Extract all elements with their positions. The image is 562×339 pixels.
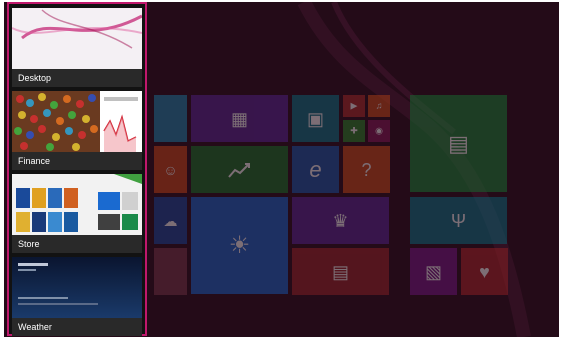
chart-icon: [227, 162, 250, 178]
tile-weather[interactable]: ☀: [191, 197, 288, 294]
desktop-thumbnail: [12, 8, 142, 69]
news-icon: ▤: [331, 261, 350, 282]
fork-knife-icon: Ψ: [450, 210, 467, 231]
tile-music[interactable]: ♫: [368, 95, 390, 117]
gamepad-icon: ✚: [350, 125, 358, 136]
switcher-item-label: Store: [12, 235, 142, 253]
tile-sports[interactable]: ♛: [292, 197, 389, 244]
help-icon: ?: [361, 159, 372, 180]
photo-icon: ▣: [306, 108, 325, 129]
cloud-icon: ☁: [163, 212, 178, 229]
weather-thumbnail: [12, 257, 142, 318]
tile-food[interactable]: Ψ: [410, 197, 507, 244]
heart-icon: ♥: [479, 261, 490, 282]
finance-thumbnail: [12, 91, 142, 152]
sun-icon: ☀: [228, 231, 251, 259]
tile-photo-small[interactable]: [154, 248, 187, 295]
tile-maps[interactable]: ▧: [410, 248, 457, 295]
switcher-item-weather[interactable]: Weather: [12, 257, 142, 336]
store-thumbnail: [12, 174, 142, 235]
tile-sport[interactable]: [154, 95, 187, 142]
switcher-item-finance[interactable]: Finance: [12, 91, 142, 170]
map-icon: ▧: [424, 261, 443, 282]
tile-games[interactable]: ✚: [343, 120, 365, 142]
tile-ie[interactable]: e: [292, 146, 339, 193]
trophy-icon: ♛: [332, 210, 349, 231]
calendar-icon: ▦: [230, 108, 249, 129]
tile-finance[interactable]: [191, 146, 288, 193]
store-icon: ▤: [448, 130, 469, 156]
tile-store[interactable]: ▤: [410, 95, 507, 192]
video-icon: ▶: [350, 100, 358, 111]
tile-help[interactable]: ?: [343, 146, 390, 193]
tile-news[interactable]: ▤: [292, 248, 389, 295]
tile-onedrive[interactable]: ☁: [154, 197, 187, 244]
switcher-item-desktop[interactable]: Desktop: [12, 8, 142, 87]
tile-photos[interactable]: ▣: [292, 95, 339, 142]
tile-calendar[interactable]: ▦: [191, 95, 288, 142]
switcher-item-store[interactable]: Store: [12, 174, 142, 253]
tile-video[interactable]: ▶: [343, 95, 365, 117]
tile-people[interactable]: ☺: [154, 146, 187, 193]
switcher-item-label: Desktop: [12, 69, 142, 87]
ie-icon: e: [309, 156, 322, 182]
switcher-item-label: Weather: [12, 318, 142, 336]
people-icon: ☺: [163, 161, 178, 178]
switcher-item-label: Finance: [12, 152, 142, 170]
camera-icon: ◉: [375, 125, 383, 136]
tile-camera[interactable]: ◉: [368, 120, 390, 142]
tile-health[interactable]: ♥: [461, 248, 508, 295]
headphones-icon: ♫: [375, 100, 383, 111]
app-switcher-panel: Desktop Finance Store Weather: [7, 2, 147, 336]
